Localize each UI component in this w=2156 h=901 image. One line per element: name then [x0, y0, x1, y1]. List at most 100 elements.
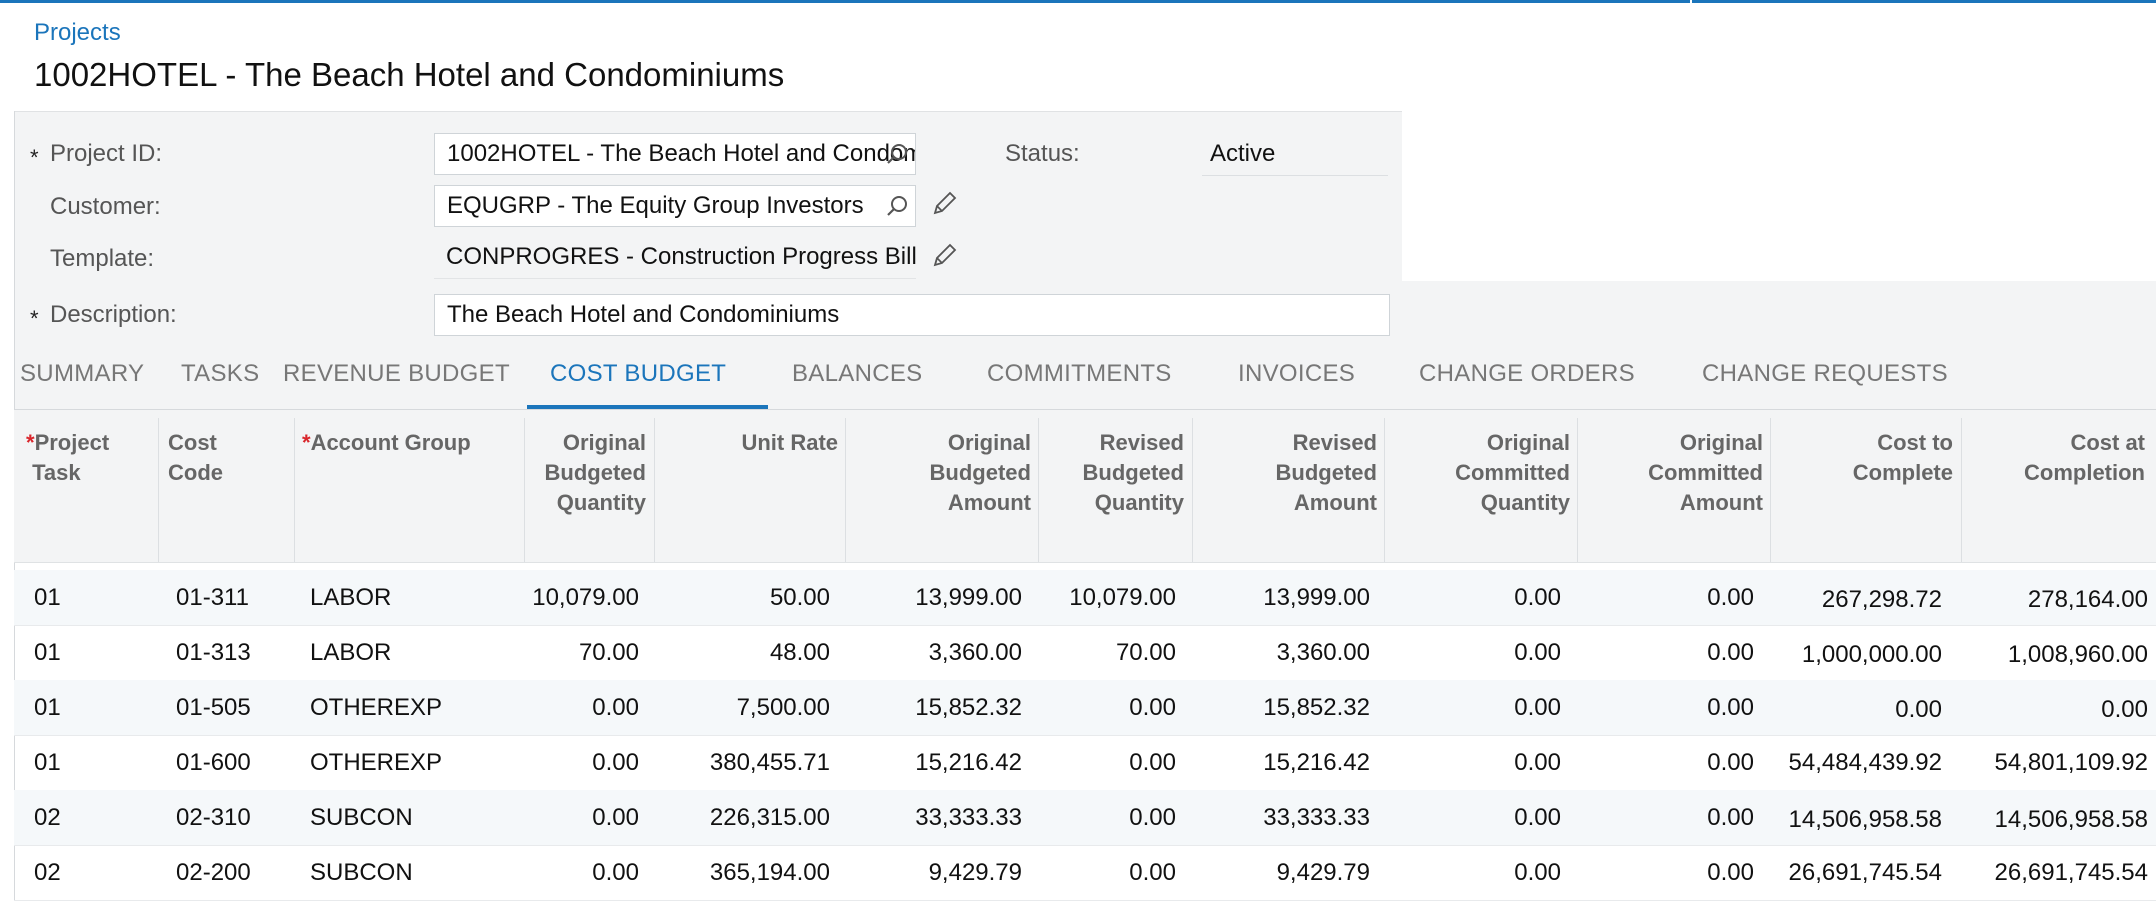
tab-cost-budget[interactable]: COST BUDGET	[550, 360, 726, 388]
cell-rev-budget-qty[interactable]: 0.00	[1044, 694, 1176, 722]
cell-account-group[interactable]: OTHEREXP	[310, 694, 442, 722]
cell-orig-commit-amt[interactable]: 0.00	[1579, 749, 1754, 777]
cell-project-task[interactable]: 01	[34, 749, 61, 777]
cell-cost-at-completion[interactable]: 1,008,960.00	[1944, 641, 2148, 669]
cell-orig-commit-amt[interactable]: 0.00	[1579, 584, 1754, 612]
cell-orig-commit-amt[interactable]: 0.00	[1579, 639, 1754, 667]
cell-cost-at-completion[interactable]: 26,691,745.54	[1944, 859, 2148, 887]
tab-revenue-budget[interactable]: REVENUE BUDGET	[283, 360, 510, 388]
customer-edit-pencil-icon[interactable]	[930, 190, 958, 218]
cell-orig-budget-qty[interactable]: 0.00	[494, 694, 639, 722]
customer-field[interactable]: EQUGRP - The Equity Group Investors	[434, 185, 916, 227]
cell-cost-to-complete[interactable]: 54,484,439.92	[1754, 749, 1942, 777]
cell-cost-at-completion[interactable]: 54,801,109.92	[1944, 749, 2148, 777]
cell-cost-to-complete[interactable]: 267,298.72	[1754, 586, 1942, 614]
cell-cost-to-complete[interactable]: 0.00	[1754, 696, 1942, 724]
col-header-cost-code[interactable]: Cost Code	[168, 428, 223, 488]
cell-account-group[interactable]: OTHEREXP	[310, 749, 442, 777]
cell-cost-code[interactable]: 01-313	[176, 639, 251, 667]
table-row[interactable]: 02 02-310 SUBCON 0.00 226,315.00 33,333.…	[14, 790, 2156, 846]
tab-tasks[interactable]: TASKS	[181, 360, 259, 388]
tab-change-requests[interactable]: CHANGE REQUESTS	[1702, 360, 1948, 388]
cell-orig-commit-amt[interactable]: 0.00	[1579, 804, 1754, 832]
cell-cost-code[interactable]: 01-311	[176, 584, 249, 612]
cell-orig-commit-qty[interactable]: 0.00	[1384, 694, 1561, 722]
cell-cost-to-complete[interactable]: 1,000,000.00	[1754, 641, 1942, 669]
col-header-cost-at-completion[interactable]: Cost at Completion	[1961, 428, 2145, 488]
col-header-rev-budget-amt[interactable]: Revised Budgeted Amount	[1192, 428, 1377, 518]
table-row[interactable]: 01 01-311 LABOR 10,079.00 50.00 13,999.0…	[14, 570, 2156, 626]
tab-change-orders[interactable]: CHANGE ORDERS	[1419, 360, 1635, 388]
cell-account-group[interactable]: LABOR	[310, 584, 391, 612]
search-icon[interactable]	[885, 142, 909, 166]
cell-rev-budget-amt[interactable]: 13,999.00	[1194, 584, 1370, 612]
cell-orig-commit-qty[interactable]: 0.00	[1384, 639, 1561, 667]
cell-project-task[interactable]: 01	[34, 639, 61, 667]
cell-rev-budget-amt[interactable]: 3,360.00	[1194, 639, 1370, 667]
cell-orig-commit-amt[interactable]: 0.00	[1579, 859, 1754, 887]
cell-cost-at-completion[interactable]: 0.00	[1944, 696, 2148, 724]
cell-orig-commit-qty[interactable]: 0.00	[1384, 584, 1561, 612]
col-header-orig-commit-qty[interactable]: Original Committed Quantity	[1384, 428, 1570, 518]
cell-orig-commit-qty[interactable]: 0.00	[1384, 859, 1561, 887]
cell-orig-budget-qty[interactable]: 10,079.00	[494, 584, 639, 612]
tab-commitments[interactable]: COMMITMENTS	[987, 360, 1172, 388]
cell-project-task[interactable]: 02	[34, 804, 61, 832]
col-header-cost-to-complete[interactable]: Cost to Complete	[1770, 428, 1953, 488]
tab-balances[interactable]: BALANCES	[792, 360, 922, 388]
cell-rev-budget-amt[interactable]: 9,429.79	[1194, 859, 1370, 887]
col-header-orig-budget-amt[interactable]: Original Budgeted Amount	[845, 428, 1031, 518]
search-icon[interactable]	[885, 194, 909, 218]
col-header-project-task[interactable]: *Project Task	[26, 428, 109, 488]
description-field[interactable]: The Beach Hotel and Condominiums	[434, 294, 1390, 336]
cell-orig-budget-qty[interactable]: 0.00	[494, 749, 639, 777]
tab-invoices[interactable]: INVOICES	[1238, 360, 1355, 388]
cell-orig-budget-amt[interactable]: 15,216.42	[844, 749, 1022, 777]
cell-cost-code[interactable]: 02-200	[176, 859, 251, 887]
cell-rev-budget-qty[interactable]: 0.00	[1044, 749, 1176, 777]
table-row[interactable]: 01 01-600 OTHEREXP 0.00 380,455.71 15,21…	[14, 735, 2156, 791]
cell-orig-budget-qty[interactable]: 0.00	[494, 859, 639, 887]
table-row[interactable]: 01 01-313 LABOR 70.00 48.00 3,360.00 70.…	[14, 625, 2156, 681]
cell-project-task[interactable]: 01	[34, 694, 61, 722]
cell-orig-budget-amt[interactable]: 13,999.00	[844, 584, 1022, 612]
project-id-field[interactable]: 1002HOTEL - The Beach Hotel and Condomin…	[434, 133, 916, 175]
cell-cost-at-completion[interactable]: 278,164.00	[1944, 586, 2148, 614]
template-edit-pencil-icon[interactable]	[930, 242, 958, 270]
cell-account-group[interactable]: SUBCON	[310, 859, 413, 887]
cell-orig-commit-amt[interactable]: 0.00	[1579, 694, 1754, 722]
cell-orig-commit-qty[interactable]: 0.00	[1384, 749, 1561, 777]
cell-cost-to-complete[interactable]: 26,691,745.54	[1754, 859, 1942, 887]
tab-summary[interactable]: SUMMARY	[20, 360, 144, 388]
cell-unit-rate[interactable]: 365,194.00	[654, 859, 830, 887]
col-header-rev-budget-qty[interactable]: Revised Budgeted Quantity	[1038, 428, 1184, 518]
col-header-unit-rate[interactable]: Unit Rate	[654, 428, 838, 458]
cell-unit-rate[interactable]: 48.00	[654, 639, 830, 667]
cell-rev-budget-qty[interactable]: 0.00	[1044, 859, 1176, 887]
cell-project-task[interactable]: 02	[34, 859, 61, 887]
cell-cost-code[interactable]: 01-505	[176, 694, 251, 722]
cell-orig-budget-amt[interactable]: 9,429.79	[844, 859, 1022, 887]
cell-rev-budget-amt[interactable]: 15,852.32	[1194, 694, 1370, 722]
cell-orig-budget-amt[interactable]: 33,333.33	[844, 804, 1022, 832]
cell-cost-at-completion[interactable]: 14,506,958.58	[1944, 806, 2148, 834]
cell-rev-budget-qty[interactable]: 70.00	[1044, 639, 1176, 667]
cell-rev-budget-qty[interactable]: 10,079.00	[1044, 584, 1176, 612]
table-row[interactable]: 01 01-505 OTHEREXP 0.00 7,500.00 15,852.…	[14, 680, 2156, 736]
cell-project-task[interactable]: 01	[34, 584, 61, 612]
cell-orig-commit-qty[interactable]: 0.00	[1384, 804, 1561, 832]
cell-unit-rate[interactable]: 380,455.71	[654, 749, 830, 777]
cell-orig-budget-qty[interactable]: 70.00	[494, 639, 639, 667]
cell-unit-rate[interactable]: 7,500.00	[654, 694, 830, 722]
cell-cost-code[interactable]: 01-600	[176, 749, 251, 777]
table-row[interactable]: 02 02-200 SUBCON 0.00 365,194.00 9,429.7…	[14, 845, 2156, 901]
cell-unit-rate[interactable]: 50.00	[654, 584, 830, 612]
col-header-orig-commit-amt[interactable]: Original Committed Amount	[1577, 428, 1763, 518]
breadcrumb-projects[interactable]: Projects	[34, 19, 121, 47]
cell-orig-budget-qty[interactable]: 0.00	[494, 804, 639, 832]
cell-cost-to-complete[interactable]: 14,506,958.58	[1754, 806, 1942, 834]
cell-rev-budget-amt[interactable]: 33,333.33	[1194, 804, 1370, 832]
cell-cost-code[interactable]: 02-310	[176, 804, 251, 832]
col-header-account-group[interactable]: *Account Group	[302, 428, 471, 458]
col-header-orig-budget-qty[interactable]: Original Budgeted Quantity	[524, 428, 646, 518]
